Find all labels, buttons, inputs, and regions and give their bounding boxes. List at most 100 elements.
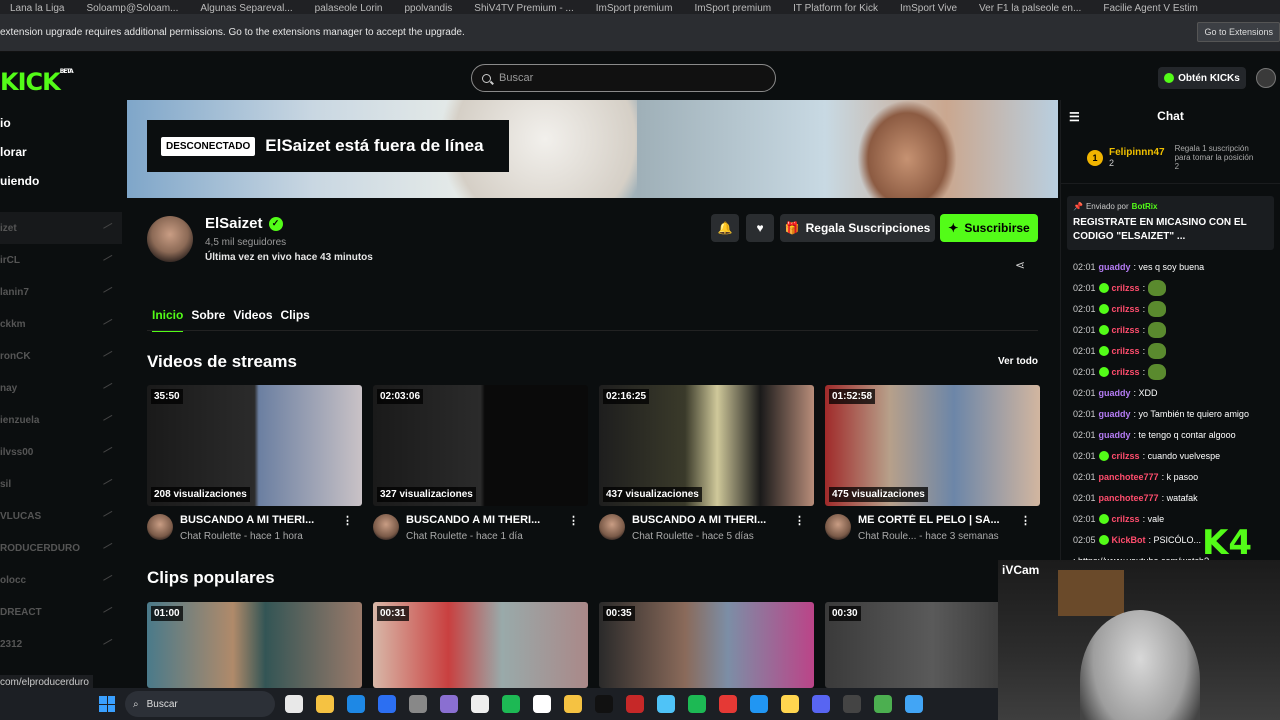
video-card[interactable]: 01:52:58 475 visualizaciones ME CORTÉ EL P… [825,385,1040,542]
taskbar-app-icon[interactable] [719,695,737,713]
more-options-icon[interactable]: ⋮ [1020,514,1031,542]
video-category[interactable]: Chat Roulette [180,531,241,542]
video-title[interactable]: BUSCANDO A MI THERI... [406,514,561,526]
notifications-button[interactable]: 🔔 [711,214,739,242]
share-icon[interactable]: ⋖ [1015,258,1025,272]
avatar[interactable] [147,514,173,540]
taskbar-app-icon[interactable] [843,695,861,713]
bookmark-item[interactable]: Algunas Separeval... [200,4,292,14]
video-title[interactable]: BUSCANDO A MI THERI... [632,514,787,526]
taskbar-app-icon[interactable] [874,695,892,713]
bookmark-item[interactable]: ImSport premium [596,4,673,14]
video-category[interactable]: Chat Roulette [406,531,467,542]
avatar[interactable] [373,514,399,540]
user-avatar[interactable] [1256,68,1276,88]
taskbar-app-icon[interactable] [409,695,427,713]
taskbar-app-icon[interactable] [905,695,923,713]
taskbar-app-icon[interactable] [750,695,768,713]
video-category[interactable]: Chat Roulette [632,531,693,542]
leader-gift-prompt[interactable]: Regala 1 suscripción para tomar la posic… [1175,144,1260,171]
sidebar-channel[interactable]: ienzuela [0,404,122,436]
video-category[interactable]: Chat Roule... [858,531,916,542]
taskbar-app-icon[interactable] [316,695,334,713]
subscribe-button[interactable]: ✦ Suscribirse [940,214,1038,242]
taskbar-app-icon[interactable] [595,695,613,713]
follow-button[interactable]: ♥ [746,214,774,242]
clip-card[interactable]: 00:35 [599,602,814,688]
clip-thumbnail[interactable]: 00:31 [373,602,588,688]
tab-videos[interactable]: Videos [233,308,272,332]
channel-avatar[interactable] [147,216,193,262]
sidebar-channel[interactable]: 2312 [0,628,122,660]
sidebar-channel[interactable]: irCL [0,244,122,276]
chat-username[interactable]: crilzss [1112,451,1140,461]
chat-username[interactable]: guaddy [1099,262,1131,272]
sidebar-nav-item[interactable]: io [0,115,122,144]
bookmark-item[interactable]: Lana la Liga [10,4,65,14]
clip-thumbnail[interactable]: 00:35 [599,602,814,688]
sidebar-channel[interactable]: olocc [0,564,122,596]
taskbar-app-icon[interactable] [564,695,582,713]
avatar[interactable] [599,514,625,540]
go-to-extensions-button[interactable]: Go to Extensions [1197,22,1280,42]
video-title[interactable]: ME CORTÉ EL PELO | SA... [858,514,1013,526]
taskbar-app-icon[interactable] [812,695,830,713]
more-options-icon[interactable]: ⋮ [568,514,579,542]
chat-username[interactable]: crilzss [1112,283,1140,293]
more-options-icon[interactable]: ⋮ [342,514,353,542]
leader-name[interactable]: Felipinnn47 [1109,147,1165,158]
taskbar-app-icon[interactable] [781,695,799,713]
taskbar-app-icon[interactable] [502,695,520,713]
chat-username[interactable]: guaddy [1099,430,1131,440]
taskbar-app-icon[interactable] [440,695,458,713]
bookmark-item[interactable]: ImSport premium [694,4,771,14]
chat-username[interactable]: crilzss [1112,514,1140,524]
tab-inicio[interactable]: Inicio [152,308,184,332]
bookmark-item[interactable]: Ver F1 la palseole en... [979,4,1081,14]
video-thumbnail[interactable]: 02:03:06 327 visualizaciones [373,385,588,506]
clip-card[interactable]: 01:00 [147,602,362,688]
sidebar-channel[interactable]: DREACT [0,596,122,628]
get-kicks-button[interactable]: Obtén KICKs [1158,67,1246,89]
chat-username[interactable]: panchotee777 [1099,472,1159,482]
video-thumbnail[interactable]: 35:50 208 visualizaciones [147,385,362,506]
avatar[interactable] [825,514,851,540]
chat-username[interactable]: crilzss [1112,367,1140,377]
chat-username[interactable]: crilzss [1112,346,1140,356]
sidebar-nav-item[interactable]: lorar [0,144,122,173]
collapse-chat-icon[interactable]: ☰ [1069,110,1080,124]
chat-username[interactable]: panchotee777 [1099,493,1159,503]
video-title[interactable]: BUSCANDO A MI THERI... [180,514,335,526]
sidebar-channel[interactable]: ilvss00 [0,436,122,468]
clip-card[interactable]: 00:31 [373,602,588,688]
taskbar-app-icon[interactable] [347,695,365,713]
sidebar-nav-item[interactable]: uiendo [0,173,122,202]
taskbar-app-icon[interactable] [533,695,551,713]
see-all-link[interactable]: Ver todo [998,356,1038,367]
bookmark-item[interactable]: IT Platform for Kick [793,4,878,14]
chat-username[interactable]: KickBot [1112,535,1146,545]
tab-sobre[interactable]: Sobre [191,308,225,332]
sidebar-channel[interactable]: lanin7 [0,276,122,308]
tab-clips[interactable]: Clips [281,308,310,332]
bookmark-item[interactable]: Soloamp@Soloam... [87,4,179,14]
video-thumbnail[interactable]: 01:52:58 475 visualizaciones [825,385,1040,506]
taskbar-app-icon[interactable] [285,695,303,713]
sidebar-channel[interactable]: sil [0,468,122,500]
video-card[interactable]: 35:50 208 visualizaciones BUSCANDO A MI TH… [147,385,362,542]
video-card[interactable]: 02:16:25 437 visualizaciones BUSCANDO A MI… [599,385,814,542]
chat-username[interactable]: crilzss [1112,304,1140,314]
clip-thumbnail[interactable]: 01:00 [147,602,362,688]
bookmark-item[interactable]: ShiV4TV Premium - ... [474,4,573,14]
bookmark-item[interactable]: ImSport Vive [900,4,957,14]
sidebar-channel[interactable]: ronCK [0,340,122,372]
gift-subs-button[interactable]: 🎁 Regala Suscripciones [780,214,935,242]
taskbar-search[interactable]: ⌕ Buscar [125,691,275,717]
bookmark-item[interactable]: Facilie Agent V Estim [1103,4,1197,14]
sidebar-channel[interactable]: nay [0,372,122,404]
video-card[interactable]: 02:03:06 327 visualizaciones BUSCANDO A MI… [373,385,588,542]
sidebar-channel[interactable]: VLUCAS [0,500,122,532]
chat-username[interactable]: guaddy [1099,409,1131,419]
taskbar-app-icon[interactable] [471,695,489,713]
bookmark-item[interactable]: ppolvandis [404,4,452,14]
